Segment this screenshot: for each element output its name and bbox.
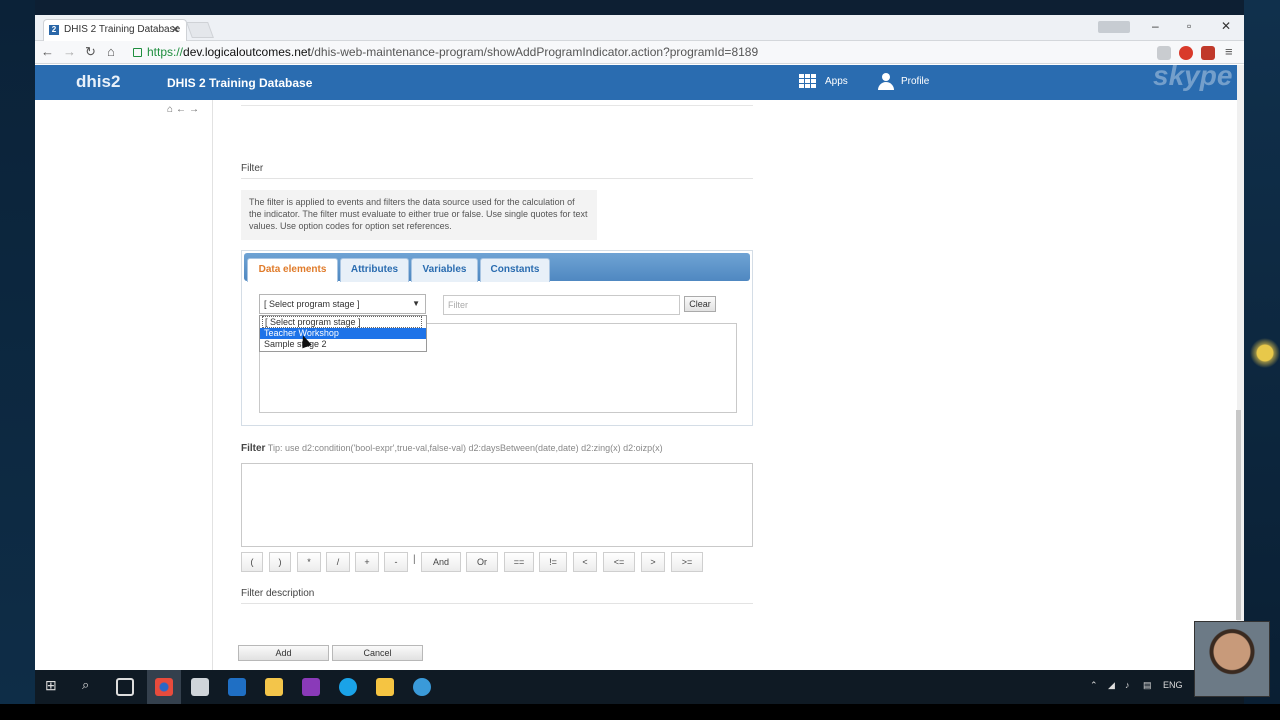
program-stage-dropdown[interactable]: [ Select program stage ] Teacher Worksho… [259, 315, 427, 352]
stage-option[interactable]: Sample stage 2 [260, 339, 426, 351]
tab-header: Data elements Attributes Variables Const… [244, 253, 750, 282]
op-divide-button[interactable]: / [326, 552, 350, 572]
home-icon[interactable]: ⌂ [107, 44, 115, 59]
url-scheme: https:// [147, 45, 184, 59]
stage-option[interactable]: [ Select program stage ] [262, 316, 422, 328]
globe-icon[interactable] [413, 678, 431, 696]
expression-tab-panel: Data elements Attributes Variables Const… [241, 250, 753, 426]
cursor-highlight [1250, 338, 1280, 368]
dropdown-arrow-icon: ▼ [412, 299, 420, 308]
close-tab-icon[interactable]: ✕ [171, 20, 180, 40]
operator-separator: | [413, 554, 416, 565]
scrollbar[interactable] [1236, 410, 1241, 620]
filter-expression-textarea[interactable] [241, 463, 753, 547]
filter-section-title: Filter [241, 163, 264, 174]
op-plus-button[interactable]: + [355, 552, 379, 572]
op-or-button[interactable]: Or [466, 552, 498, 572]
forward-icon[interactable]: → [63, 44, 76, 59]
tab-variables[interactable]: Variables [411, 258, 478, 282]
volume-icon[interactable]: ♪ [1125, 680, 1130, 690]
op-greater-equal-button[interactable]: >= [671, 552, 703, 572]
webcam-overlay [1194, 621, 1270, 697]
tab-constants[interactable]: Constants [480, 258, 550, 282]
desktop-left [0, 0, 35, 704]
folder-icon[interactable] [376, 678, 394, 696]
onenote-icon[interactable] [302, 678, 320, 696]
task-view-icon[interactable] [116, 678, 134, 696]
op-less-button[interactable]: < [573, 552, 597, 572]
op-close-paren-button[interactable]: ) [269, 552, 291, 572]
reload-icon[interactable]: ↻ [85, 44, 96, 60]
left-menu: ⌂←→ [35, 100, 213, 670]
program-stage-select-value: [ Select program stage ] [264, 299, 360, 309]
op-greater-button[interactable]: > [641, 552, 665, 572]
filter-expression-label: Filter Tip: use d2:condition('bool-expr'… [241, 443, 663, 454]
tab-data-elements[interactable]: Data elements [247, 258, 338, 282]
profile-icon[interactable] [878, 73, 894, 91]
user-badge[interactable] [1098, 21, 1130, 33]
skype-icon[interactable] [339, 678, 357, 696]
database-title: DHIS 2 Training Database [167, 76, 313, 90]
file-explorer-icon[interactable] [265, 678, 283, 696]
op-multiply-button[interactable]: * [297, 552, 321, 572]
op-open-paren-button[interactable]: ( [241, 552, 263, 572]
op-and-button[interactable]: And [421, 552, 461, 572]
notifications-icon[interactable]: ▤ [1143, 680, 1152, 691]
windows-start-icon[interactable]: ⊞ [45, 677, 57, 694]
filter-description-title: Filter description [241, 588, 315, 599]
browser-tab[interactable]: 2 DHIS 2 Training Database ✕ [43, 19, 187, 41]
apps-menu[interactable]: Apps [825, 76, 848, 87]
filter-tip: Tip: use d2:condition('bool-expr',true-v… [267, 443, 663, 453]
program-stage-select[interactable]: [ Select program stage ] ▼ [259, 294, 426, 314]
opera-extension-icon[interactable] [1179, 46, 1193, 60]
restore-icon[interactable]: ▫ [1187, 19, 1191, 33]
op-minus-button[interactable]: - [384, 552, 408, 572]
browser-tab-title: DHIS 2 Training Database [64, 24, 181, 35]
menu-nav-arrows-icon[interactable]: ⌂←→ [167, 104, 202, 115]
lock-icon [133, 48, 142, 57]
chrome-icon[interactable] [155, 678, 173, 696]
filter-help-text: The filter is applied to events and filt… [241, 190, 597, 240]
network-icon[interactable]: ◢ [1108, 680, 1115, 691]
desktop-bottom [0, 704, 1280, 720]
skype-watermark: skype [1153, 60, 1233, 91]
new-tab-button[interactable] [186, 22, 214, 38]
cancel-button[interactable]: Cancel [332, 645, 423, 661]
profile-menu[interactable]: Profile [901, 76, 929, 87]
op-not-equal-button[interactable]: != [539, 552, 567, 572]
language-indicator[interactable]: ENG [1163, 680, 1183, 690]
op-less-equal-button[interactable]: <= [603, 552, 635, 572]
op-equal-button[interactable]: == [504, 552, 534, 572]
stage-option-highlighted[interactable]: Teacher Workshop [260, 327, 426, 339]
extension-icon[interactable] [1157, 46, 1171, 60]
tab-strip: 2 DHIS 2 Training Database ✕ – ▫ ✕ [35, 15, 1244, 41]
url-field[interactable]: https://dev.logicaloutcomes.net/dhis-web… [133, 43, 1143, 62]
url-path: /dhis-web-maintenance-program/showAddPro… [310, 45, 759, 59]
close-window-icon[interactable]: ✕ [1221, 19, 1231, 33]
tray-chevron-icon[interactable]: ⌃ [1090, 680, 1098, 691]
apps-grid-icon[interactable] [799, 74, 817, 88]
add-button[interactable]: Add [238, 645, 329, 661]
dhis-header: dhis2 DHIS 2 Training Database Apps Prof… [35, 65, 1237, 100]
url-host: dev.logicaloutcomes.net [183, 45, 311, 59]
data-element-filter-input[interactable]: Filter [443, 295, 680, 315]
search-icon[interactable]: ⌕ [82, 677, 89, 693]
windows-taskbar: ⊞ ⌕ ⌃ ◢ ♪ ▤ ENG [35, 670, 1244, 704]
calculator-icon[interactable] [191, 678, 209, 696]
menu-icon[interactable]: ≡ [1225, 44, 1233, 59]
address-bar-row: ← → ↻ ⌂ https://dev.logicaloutcomes.net/… [35, 41, 1244, 64]
browser-window: 2 DHIS 2 Training Database ✕ – ▫ ✕ ← → ↻… [35, 15, 1244, 670]
outlook-icon[interactable] [228, 678, 246, 696]
tab-attributes[interactable]: Attributes [340, 258, 409, 282]
pdf-extension-icon[interactable] [1201, 46, 1215, 60]
dhis2-logo[interactable]: dhis2 [76, 72, 120, 92]
back-icon[interactable]: ← [41, 44, 54, 59]
minimize-icon[interactable]: – [1152, 19, 1159, 33]
dhis-favicon-icon: 2 [49, 25, 59, 35]
clear-button[interactable]: Clear [684, 296, 716, 312]
